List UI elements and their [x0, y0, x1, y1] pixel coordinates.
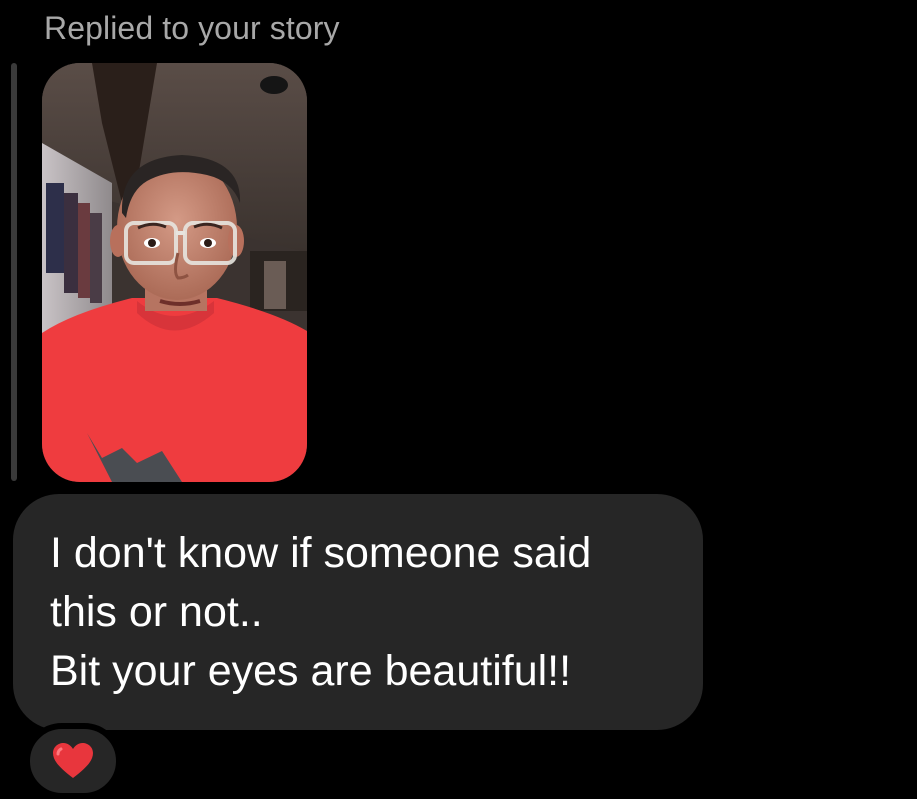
- replied-to-story-label: Replied to your story: [44, 10, 340, 46]
- story-photo-illustration: [42, 63, 307, 482]
- reaction-badge[interactable]: [24, 723, 122, 799]
- story-thumbnail[interactable]: [42, 63, 307, 482]
- message-text-line-1: I don't know if someone said: [50, 529, 592, 577]
- message-text-line-2: this or not..: [50, 588, 263, 636]
- heart-icon: [53, 743, 93, 778]
- message-text-line-3: Bit your eyes are beautiful!!: [50, 647, 572, 695]
- message-bubble[interactable]: I don't know if someone said this or not…: [13, 494, 703, 730]
- reply-quote-bar: [11, 63, 17, 481]
